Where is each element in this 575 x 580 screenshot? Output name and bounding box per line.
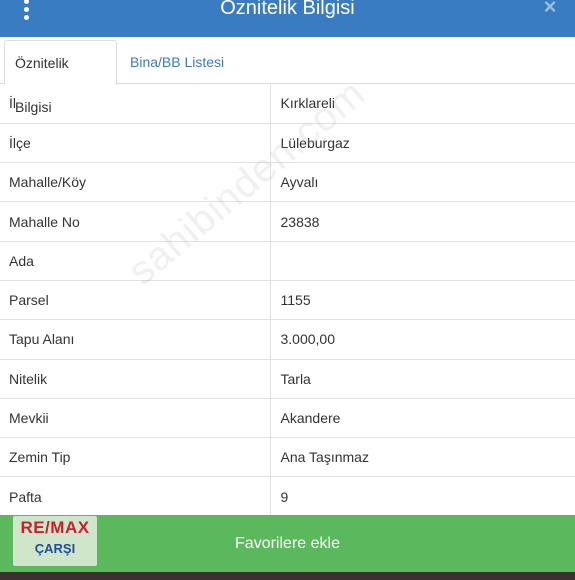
attribute-value: 9 xyxy=(270,476,575,517)
logo-sub-text: ÇARŞI xyxy=(34,541,76,556)
attribute-value: 23838 xyxy=(270,201,575,242)
tab-building-list[interactable]: Bina/BB Listesi xyxy=(120,40,234,85)
table-row: Zemin Tip Ana Taşınmaz xyxy=(0,437,575,478)
attribute-info-panel: Öznitelik Bilgisi × Öznitelik Bilgisi Bi… xyxy=(0,0,575,580)
attribute-value: Ayvalı xyxy=(270,162,575,203)
attribute-value: Ana Taşınmaz xyxy=(270,437,575,478)
panel-title: Öznitelik Bilgisi xyxy=(220,0,355,19)
logo-main-text: RE/MAX xyxy=(20,518,90,537)
table-row: İl Kırklareli xyxy=(0,84,575,124)
attribute-key: Nitelik xyxy=(0,359,271,399)
attribute-key: Mahalle No xyxy=(0,201,271,242)
table-row: Parsel 1155 xyxy=(0,280,575,321)
attribute-key: Tapu Alanı xyxy=(0,319,271,360)
close-icon[interactable]: × xyxy=(539,0,561,20)
attribute-key: Ada xyxy=(0,241,271,281)
remax-logo: RE/MAX ÇARŞI xyxy=(13,516,97,566)
attribute-value: 1155 xyxy=(270,280,575,321)
attribute-value: Kırklareli xyxy=(270,84,575,124)
attribute-value: Lüleburgaz xyxy=(270,123,575,164)
attribute-value xyxy=(270,241,575,281)
attribute-table: İl Kırklareli İlçe Lüleburgaz Mahalle/Kö… xyxy=(0,84,575,517)
tab-bar: Öznitelik Bilgisi Bina/BB Listesi xyxy=(0,37,575,115)
attribute-value: Akandere xyxy=(270,398,575,439)
table-row: Mevkii Akandere xyxy=(0,398,575,439)
attribute-key: Parsel xyxy=(0,280,271,321)
table-row: İlçe Lüleburgaz xyxy=(0,123,575,164)
attribute-value: 3.000,00 xyxy=(270,319,575,360)
tab-attribute-info[interactable]: Öznitelik Bilgisi xyxy=(4,40,117,115)
attribute-key: Mahalle/Köy xyxy=(0,162,271,203)
table-row: Mahalle No 23838 xyxy=(0,201,575,242)
attribute-key: Mevkii xyxy=(0,398,271,439)
attribute-key: İlçe xyxy=(0,123,271,164)
table-row: Tapu Alanı 3.000,00 xyxy=(0,319,575,360)
attribute-key: İl xyxy=(0,84,271,124)
background-strip xyxy=(0,572,575,580)
panel-header: Öznitelik Bilgisi × xyxy=(0,0,575,37)
table-row: Ada xyxy=(0,241,575,281)
attribute-key: Zemin Tip xyxy=(0,437,271,478)
attribute-key: Pafta xyxy=(0,476,271,517)
table-row: Pafta 9 xyxy=(0,476,575,517)
attribute-value: Tarla xyxy=(270,359,575,399)
table-row: Mahalle/Köy Ayvalı xyxy=(0,162,575,203)
table-row: Nitelik Tarla xyxy=(0,359,575,399)
